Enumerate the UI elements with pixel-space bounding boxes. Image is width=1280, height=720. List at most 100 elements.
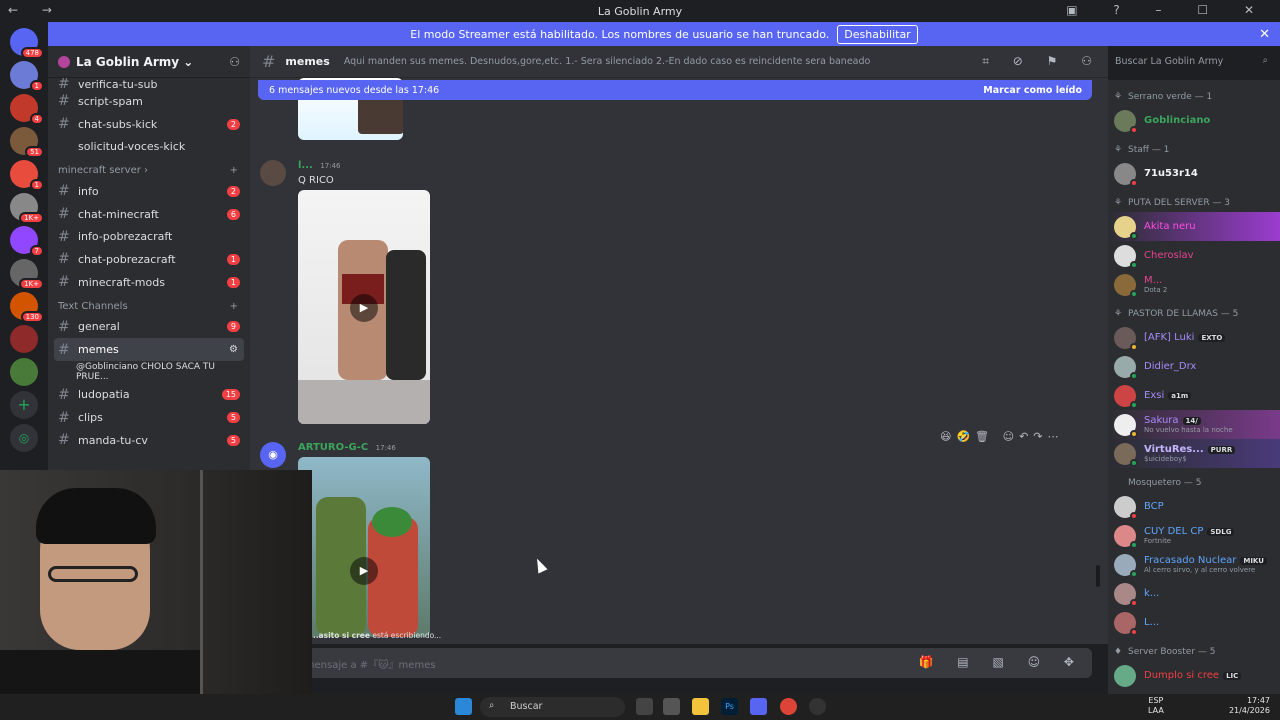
chrome-icon[interactable] <box>780 698 797 715</box>
windows-start-icon[interactable] <box>455 698 472 715</box>
channel-item[interactable]: # ludopatia 15 <box>48 384 250 407</box>
member-item[interactable]: CUY DEL CP SDLG Fortnite <box>1108 521 1280 550</box>
member-category: ♦ Server Booster — 5 <box>1114 647 1216 657</box>
close-icon[interactable]: ✕ <box>1259 27 1270 42</box>
app-icon[interactable] <box>809 698 826 715</box>
message-actions[interactable]: 😆🤣🗑 ☺↶↷⋯ <box>940 430 1085 450</box>
plus-icon[interactable]: + <box>230 301 238 312</box>
thread-item[interactable]: @Goblinciano CHOLO SACA TU PRUE... <box>48 361 250 384</box>
avatar <box>1114 442 1138 467</box>
channel-topic: Aqui manden sus memes. Desnudos,gore,etc… <box>343 56 871 67</box>
webcam-overlay <box>0 470 312 694</box>
server-icon[interactable]: 1K+ <box>10 259 44 290</box>
member-item[interactable]: Goblinciano <box>1108 106 1280 135</box>
settings-gear-icon[interactable]: ⚙ <box>229 344 238 355</box>
home-icon[interactable]: 478 <box>10 28 44 59</box>
play-icon[interactable]: ▶ <box>350 294 378 322</box>
app-icon[interactable] <box>663 698 680 715</box>
channel-item[interactable]: # info-pobrezacraft <box>48 225 250 248</box>
member-item[interactable]: k... <box>1108 579 1280 608</box>
member-item[interactable]: 71u53r14 <box>1108 159 1280 188</box>
member-item[interactable]: BCP <box>1108 492 1280 521</box>
avatar <box>1114 355 1138 380</box>
server-icon[interactable] <box>10 325 38 353</box>
explore-icon[interactable]: ◎ <box>10 424 38 452</box>
photoshop-icon[interactable]: Ps <box>721 698 738 715</box>
server-header[interactable]: La Goblin Army ⌄ ⚇ <box>48 46 250 78</box>
discord-avatar-icon[interactable]: ◉ <box>260 442 286 468</box>
member-item[interactable]: Didier_Drx <box>1108 352 1280 381</box>
task-view-icon[interactable] <box>636 698 653 715</box>
disable-streamer-button[interactable]: Deshabilitar <box>837 24 918 44</box>
channel-item[interactable]: # clips 5 <box>48 406 250 429</box>
taskbar-search[interactable]: ⌕ Buscar <box>480 697 625 717</box>
channel-item[interactable]: # manda-tu-cv 5 <box>48 429 250 452</box>
mark-read-button[interactable]: Marcar como leído <box>983 85 1082 96</box>
server-icon[interactable]: 130 <box>10 292 44 323</box>
member-item[interactable]: Akita neru <box>1108 212 1280 241</box>
member-item[interactable]: VirtuRes... PURR $uicideboy$ <box>1108 439 1280 468</box>
avatar <box>1114 582 1138 607</box>
hash-icon: # <box>58 116 70 133</box>
server-icon[interactable]: 1 <box>10 160 44 191</box>
server-name: La Goblin Army <box>76 54 180 69</box>
server-icon[interactable]: 1 <box>10 61 44 92</box>
member-category: ⚘ PASTOR DE LLAMAS — 5 <box>1114 309 1239 319</box>
video-attachment[interactable]: ▶ <box>298 457 430 637</box>
member-item[interactable]: Exsi a1m <box>1108 381 1280 410</box>
scrollbar[interactable] <box>1096 565 1100 587</box>
avatar <box>1114 495 1138 520</box>
channel-item-selected[interactable]: # memes ⚙ <box>54 338 244 361</box>
header-tools[interactable]: ⌗ ⊘ ⚑ ⚇ <box>982 54 1102 69</box>
member-item[interactable]: L... <box>1108 608 1280 637</box>
channel-item[interactable]: solicitud-voces-kick <box>48 135 250 158</box>
member-item[interactable]: Dumplo si cree LIC <box>1108 661 1280 690</box>
server-icon[interactable]: 7 <box>10 226 44 257</box>
member-item[interactable]: [AFK] Luki EXTO <box>1108 323 1280 352</box>
add-member-icon[interactable]: ⚇ <box>229 55 240 69</box>
hash-icon: # <box>58 78 70 90</box>
server-icon[interactable] <box>10 358 38 386</box>
channel-item[interactable]: # chat-pobrezacraft 1 <box>48 248 250 271</box>
hash-icon: # <box>58 93 70 110</box>
channel-item[interactable]: # script-spam <box>48 90 250 113</box>
hash-icon: # <box>262 52 276 71</box>
avatar <box>1114 384 1138 409</box>
member-item[interactable]: Sakura 14/No vuelvo hasta la noche <box>1108 410 1280 439</box>
window-controls[interactable]: ▣ ? – ☐ ✕ <box>1066 3 1270 17</box>
avatar <box>1114 215 1138 240</box>
message-list[interactable]: l... 17:46 Q RICO ▶ ◉ ARTURO-G-C 17:46 ▶ <box>250 78 1108 644</box>
composer-tools[interactable]: 🎁 ▤ ▧ ☺ ✥ <box>919 655 1084 669</box>
channel-item[interactable]: # general 9 <box>48 316 250 339</box>
new-messages-bar[interactable]: 6 mensajes nuevos desde las 17:46 Marcar… <box>258 80 1092 100</box>
message-author[interactable]: l... 17:46 <box>298 160 341 171</box>
play-icon[interactable]: ▶ <box>350 557 378 585</box>
member-item[interactable]: Cheroslav <box>1108 241 1280 270</box>
discord-icon[interactable] <box>750 698 767 715</box>
video-attachment[interactable]: ▶ <box>298 190 430 424</box>
server-icon[interactable]: 1K+ <box>10 193 44 224</box>
channel-item[interactable]: # verifica-tu-sub <box>48 78 250 90</box>
language-indicator[interactable]: ESP LAA <box>1148 696 1164 716</box>
message-input[interactable]: Enviar mensaje a #『🐱』memes 🎁 ▤ ▧ ☺ ✥ <box>258 648 1092 678</box>
channel-item[interactable]: # chat-minecraft 6 <box>48 203 250 226</box>
channel-item[interactable]: # info 2 <box>48 180 250 203</box>
file-explorer-icon[interactable] <box>692 698 709 715</box>
message-author[interactable]: ARTURO-G-C 17:46 <box>298 442 396 453</box>
clock[interactable]: 17:47 21/4/2026 <box>1229 696 1270 716</box>
avatar <box>1114 273 1138 298</box>
category-minecraft[interactable]: minecraft server › + <box>48 158 250 180</box>
search-input[interactable]: Buscar La Goblin Army ⌕ <box>1108 52 1274 72</box>
plus-icon[interactable]: + <box>230 165 238 176</box>
channel-item[interactable]: # chat-subs-kick 2 <box>48 113 250 136</box>
member-item[interactable]: Fracasado Nuclear MIKU Al cerro sirvo, y a… <box>1108 550 1280 579</box>
category-text-channels[interactable]: Text Channels + <box>48 294 250 316</box>
add-server-icon[interactable]: + <box>10 391 38 419</box>
server-icon[interactable]: 51 <box>10 127 44 158</box>
message-text: Q RICO <box>298 175 334 186</box>
member-item[interactable]: M... Dota 2 <box>1108 270 1280 299</box>
server-icon[interactable]: 4 <box>10 94 44 125</box>
avatar[interactable] <box>260 160 286 186</box>
avatar <box>1114 162 1138 187</box>
channel-item[interactable]: # minecraft-mods 1 <box>48 271 250 294</box>
